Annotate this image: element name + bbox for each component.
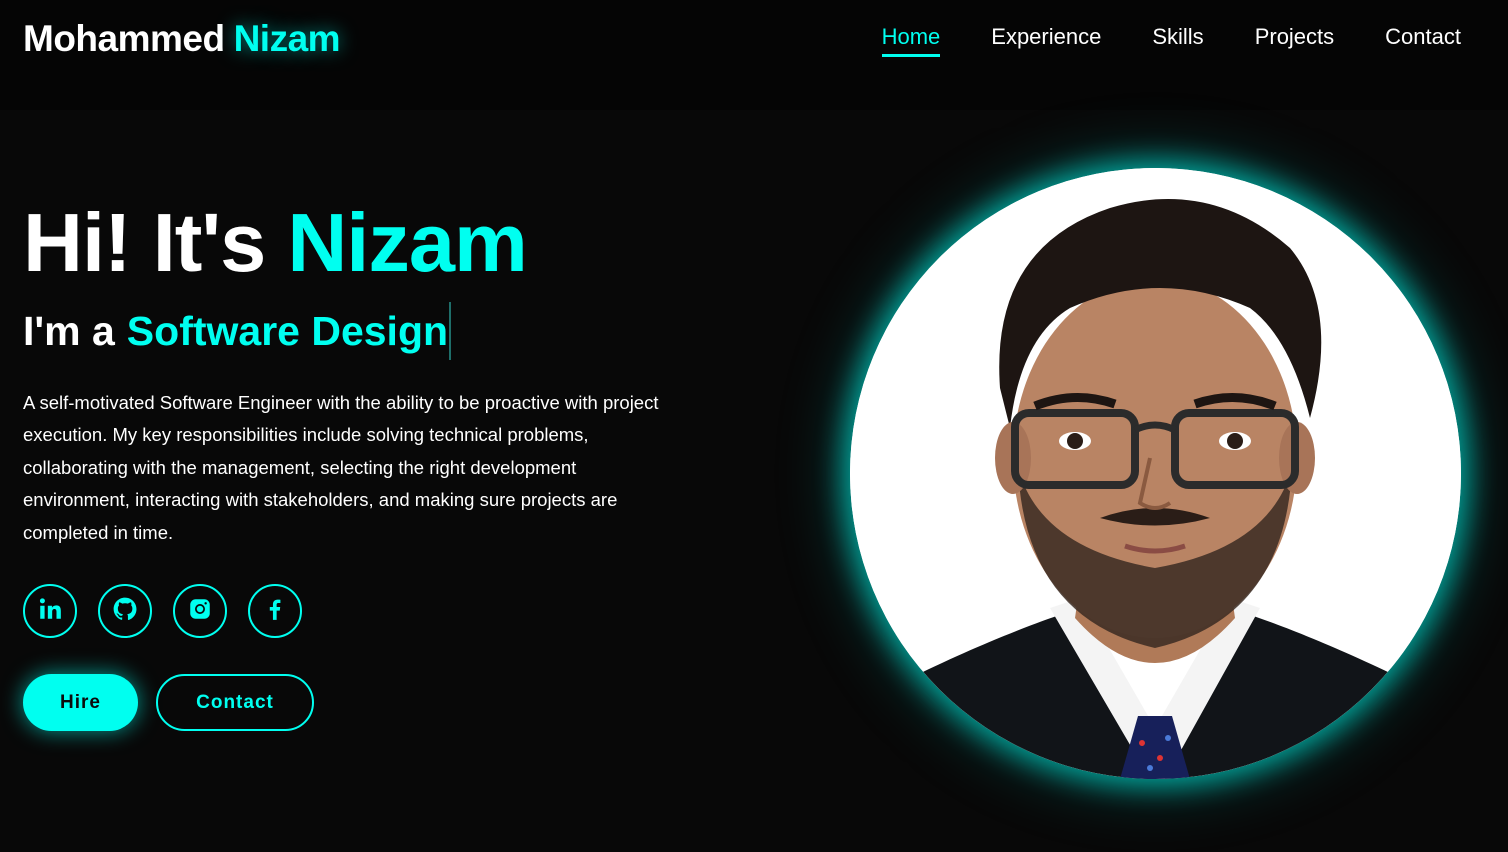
hero-title: Hi! It's Nizam — [23, 195, 528, 291]
navbar: Mohammed Nizam Home Experience Skills Pr… — [0, 0, 1508, 110]
nav-link-contact[interactable]: Contact — [1385, 24, 1461, 57]
logo-last-name: Nizam — [233, 18, 341, 59]
typing-cursor — [449, 302, 452, 360]
facebook-icon — [262, 596, 288, 627]
profile-photo — [850, 168, 1461, 779]
github-link[interactable] — [98, 584, 152, 638]
hero-name: Nizam — [287, 196, 527, 289]
hero-role-prefix: I'm a — [23, 307, 115, 354]
instagram-icon — [187, 596, 213, 627]
hero-description: A self-motivated Software Engineer with … — [23, 392, 659, 543]
nav-link-projects[interactable]: Projects — [1255, 24, 1334, 57]
main-nav: Home Experience Skills Projects Contact — [881, 24, 1461, 57]
linkedin-icon — [37, 596, 63, 627]
profile-photo-illustration — [850, 168, 1461, 779]
hire-button[interactable]: Hire — [23, 674, 138, 731]
contact-button[interactable]: Contact — [156, 674, 314, 731]
nav-link-home[interactable]: Home — [881, 24, 941, 57]
github-icon — [112, 596, 138, 627]
social-links — [23, 584, 302, 638]
site-logo[interactable]: Mohammed Nizam — [23, 18, 341, 60]
facebook-link[interactable] — [248, 584, 302, 638]
nav-link-experience[interactable]: Experience — [991, 24, 1101, 57]
instagram-link[interactable] — [173, 584, 227, 638]
hero-role: Software Design — [126, 307, 449, 354]
nav-link-skills[interactable]: Skills — [1152, 24, 1203, 57]
hero-role-line: I'm a Software Design — [23, 302, 452, 360]
linkedin-link[interactable] — [23, 584, 77, 638]
logo-first-name: Mohammed — [23, 18, 225, 59]
hero-greeting: Hi! It's — [23, 196, 266, 289]
